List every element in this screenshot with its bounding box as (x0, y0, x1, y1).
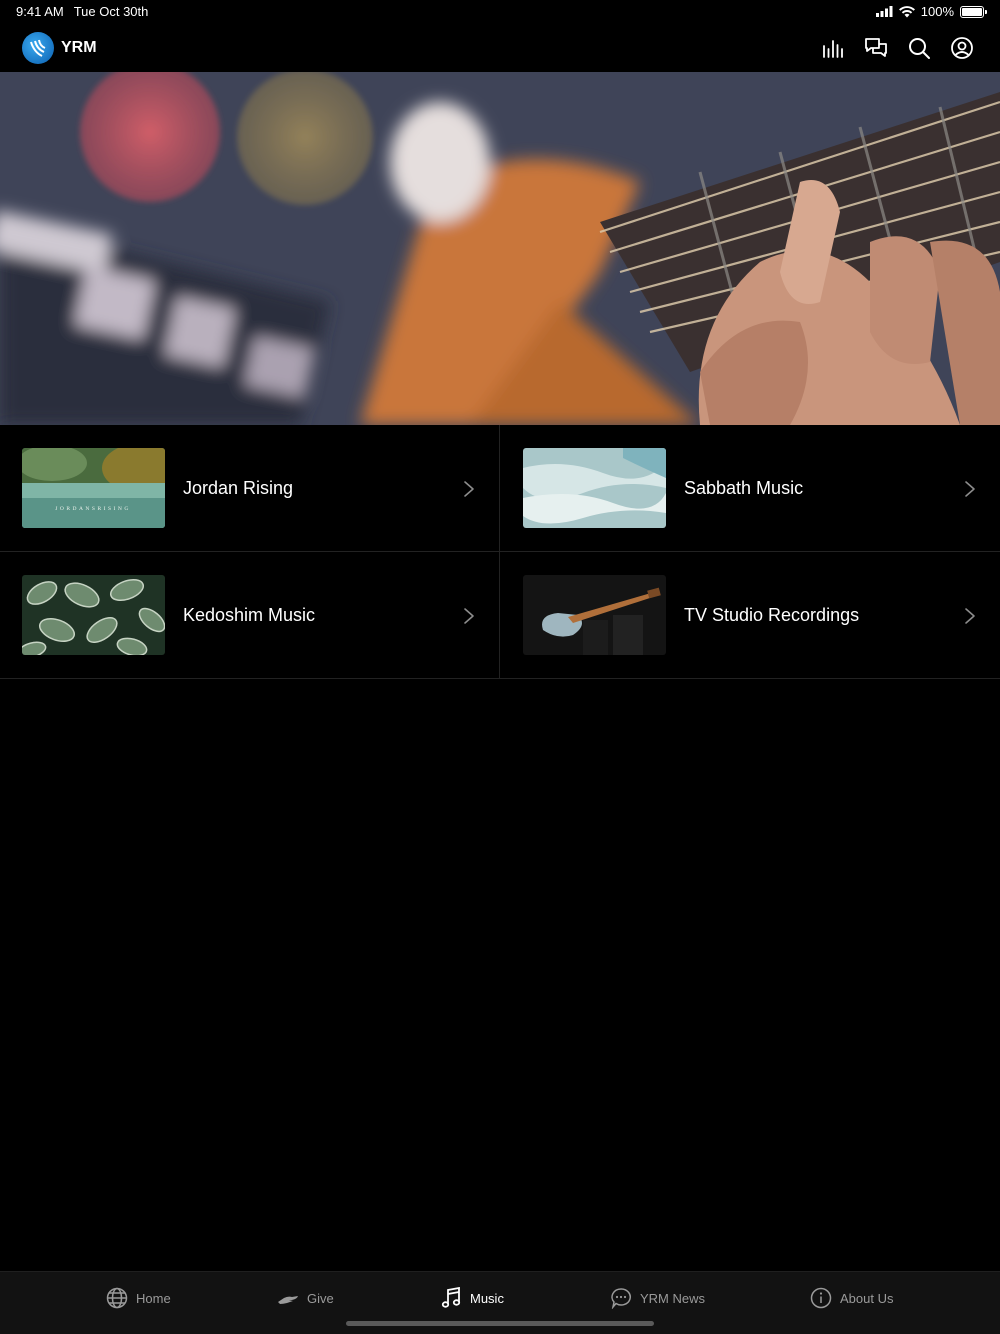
chevron-right-icon (965, 481, 975, 497)
tab-about-us[interactable]: About Us (810, 1286, 893, 1310)
tab-home[interactable]: Home (106, 1286, 171, 1310)
give-hand-icon (278, 1296, 298, 1304)
chevron-right-icon (464, 481, 474, 497)
profile-icon[interactable] (950, 36, 974, 60)
wifi-icon (898, 5, 915, 17)
kedoshim-music-thumbnail (22, 575, 165, 655)
bar-chart-icon[interactable] (821, 36, 845, 60)
guitar-photo-illustration (0, 72, 1000, 425)
category-label: Jordan Rising (183, 478, 294, 498)
battery-icon (960, 5, 987, 18)
cellular-signal-icon (875, 6, 893, 17)
battery-percent: 100% (920, 4, 954, 19)
chevron-right-icon (464, 608, 474, 624)
category-label: Sabbath Music (684, 478, 804, 498)
category-sabbath-music[interactable]: Sabbath Music (500, 425, 1000, 552)
category-tv-studio-recordings[interactable]: TV Studio Recordings (500, 552, 1000, 679)
jordan-rising-thumbnail: JORDANSRISING (22, 448, 165, 528)
search-icon[interactable] (907, 36, 931, 60)
status-bar: 9:41 AM Tue Oct 30th 100% (0, 0, 1000, 24)
sabbath-music-thumbnail (523, 448, 666, 528)
home-indicator[interactable] (346, 1321, 654, 1326)
app-title: YRM (61, 39, 97, 56)
tab-label: About Us (840, 1290, 894, 1306)
status-date: Tue Oct 30th (73, 4, 149, 19)
logo-mark-icon (30, 39, 46, 57)
message-bubble-icon (611, 1288, 631, 1309)
chat-icon[interactable] (864, 36, 888, 60)
category-label: Kedoshim Music (183, 605, 316, 625)
yrm-logo[interactable] (22, 32, 54, 64)
music-category-grid: JORDANSRISING Jordan Rising Sabbath Musi… (0, 425, 1000, 679)
category-label: TV Studio Recordings (684, 605, 860, 625)
globe-icon (106, 1287, 128, 1309)
status-time: 9:41 AM (16, 4, 64, 19)
category-kedoshim-music[interactable]: Kedoshim Music (0, 552, 500, 679)
tab-music[interactable]: Music (440, 1286, 504, 1310)
tab-label: YRM News (640, 1290, 706, 1306)
tab-label: Home (136, 1290, 171, 1306)
hero-banner-image (0, 72, 1000, 425)
navigation-bar: YRM (0, 24, 1000, 72)
category-jordan-rising[interactable]: JORDANSRISING Jordan Rising (0, 425, 500, 552)
tab-yrm-news[interactable]: YRM News (610, 1286, 705, 1310)
tab-label: Give (307, 1290, 334, 1306)
tab-label: Music (470, 1290, 504, 1306)
tv-studio-recordings-thumbnail (523, 575, 666, 655)
chevron-right-icon (965, 608, 975, 624)
music-note-icon (441, 1287, 461, 1308)
tab-give[interactable]: Give (277, 1286, 334, 1310)
jordan-rising-thumb-text: JORDANSRISING (55, 506, 131, 512)
info-icon (810, 1287, 832, 1309)
